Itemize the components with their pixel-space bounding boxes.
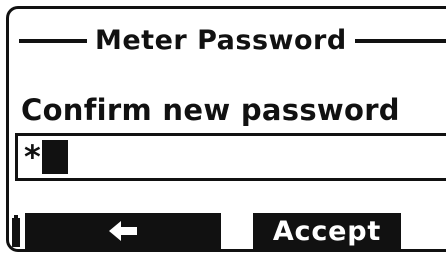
meter-display: Meter Password Confirm new password * Ac… — [6, 6, 446, 252]
battery-icon — [12, 215, 20, 247]
prompt-label: Confirm new password — [21, 93, 400, 127]
screen-header: Meter Password — [9, 23, 446, 59]
password-value: * — [24, 138, 41, 176]
back-button[interactable] — [25, 213, 221, 249]
accept-button[interactable]: Accept — [253, 213, 401, 249]
header-rule-right — [354, 39, 446, 43]
header-rule-left — [19, 39, 87, 43]
page-title: Meter Password — [95, 25, 347, 56]
arrow-shaft — [119, 227, 137, 235]
softkey-bar: Accept — [9, 213, 446, 249]
left-arrow-icon — [109, 221, 137, 241]
battery-body — [12, 218, 20, 247]
password-field[interactable]: * — [15, 133, 446, 181]
text-cursor — [41, 140, 68, 174]
